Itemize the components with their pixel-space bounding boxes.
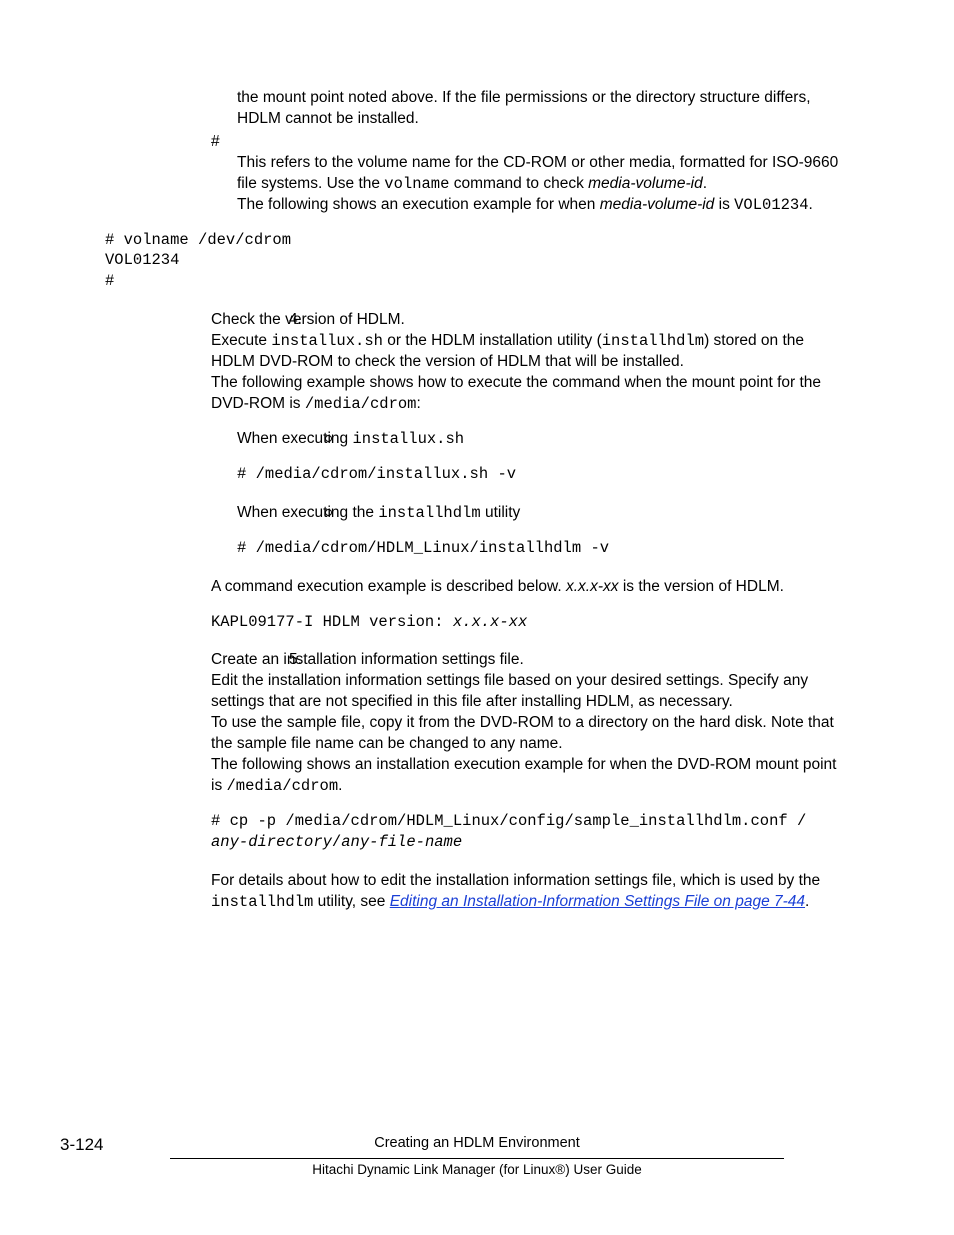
text: / xyxy=(332,833,341,851)
code-inline: volname xyxy=(384,175,449,193)
sub-list-item: When executing the installhdlm utility xyxy=(105,503,839,524)
italic-text: media-volume-id xyxy=(600,196,715,213)
code-block: # cp -p /media/cdrom/HDLM_Linux/config/s… xyxy=(211,811,839,853)
code-inline: installux.sh xyxy=(352,430,464,448)
paragraph: A command execution example is described… xyxy=(211,577,839,598)
text: For details about how to edit the instal… xyxy=(211,872,820,889)
code-line: any-directory/any-file-name xyxy=(211,832,839,853)
text: : xyxy=(416,395,420,412)
code-line: # /media/cdrom/HDLM_Linux/installhdlm -v xyxy=(237,539,609,557)
code-block: # /media/cdrom/HDLM_Linux/installhdlm -v xyxy=(237,538,839,559)
text: utility xyxy=(481,504,521,521)
step-title: Create an installation information setti… xyxy=(211,650,839,671)
bullet-icon xyxy=(325,503,332,524)
list-marker: 4. xyxy=(289,310,302,331)
code-inline: installux.sh xyxy=(271,332,383,350)
paragraph: the mount point noted above. If the file… xyxy=(237,88,839,130)
code-block: KAPL09177-I HDLM version: x.x.x-xx xyxy=(211,612,839,633)
code-block: # /media/cdrom/installux.sh -v xyxy=(237,464,839,485)
code-line: # xyxy=(105,271,839,292)
text: is xyxy=(714,196,734,213)
paragraph: Execute installux.sh or the HDLM install… xyxy=(211,331,839,373)
text: Execute xyxy=(211,332,271,349)
text: . xyxy=(338,777,342,794)
code-inline: /media/cdrom xyxy=(227,777,339,795)
text: A command execution example is described… xyxy=(211,578,566,595)
text: # xyxy=(211,133,220,150)
list-item: 5. Create an installation information se… xyxy=(105,650,839,912)
code-inline: VOL01234 xyxy=(734,196,808,214)
paragraph: The following example shows how to execu… xyxy=(211,373,839,415)
list-body: Create an installation information setti… xyxy=(211,650,839,912)
footer-divider xyxy=(170,1158,784,1159)
code-italic: x.x.x-xx xyxy=(453,613,527,631)
text: command to check xyxy=(449,175,588,192)
text: is the version of HDLM. xyxy=(619,578,784,595)
paragraph: For details about how to edit the instal… xyxy=(211,871,839,913)
code-italic: any-directory xyxy=(211,833,332,851)
text: When executing xyxy=(237,430,352,447)
page: the mount point noted above. If the file… xyxy=(0,0,954,1235)
paragraph: Edit the installation information settin… xyxy=(211,671,839,713)
code-inline: installhdlm xyxy=(211,893,313,911)
text: or the HDLM installation utility ( xyxy=(383,332,602,349)
paragraph: The following shows an installation exec… xyxy=(211,755,839,797)
code-inline: installhdlm xyxy=(602,332,704,350)
code-line: KAPL09177-I HDLM version: xyxy=(211,613,453,631)
code-line: VOL01234 xyxy=(105,250,839,271)
text: . xyxy=(805,893,809,910)
page-number: 3-124 xyxy=(60,1134,103,1157)
paragraph: The following shows an execution example… xyxy=(237,195,839,216)
bullet-icon xyxy=(325,429,332,450)
text: The following example shows how to execu… xyxy=(211,374,821,412)
list-marker: 5. xyxy=(289,650,302,671)
italic-text: media-volume-id xyxy=(588,175,703,192)
text: When executing the xyxy=(237,504,378,521)
code-inline: /media/cdrom xyxy=(305,395,417,413)
text: the mount point noted above. If the file… xyxy=(237,89,811,127)
cross-reference-link[interactable]: Editing an Installation-Information Sett… xyxy=(390,893,805,910)
code-line: # cp -p /media/cdrom/HDLM_Linux/config/s… xyxy=(211,811,839,832)
step-title: Check the version of HDLM. xyxy=(211,310,839,331)
code-inline: installhdlm xyxy=(378,504,480,522)
code-line: # /media/cdrom/installux.sh -v xyxy=(237,465,516,483)
sub-list-item: When executing installux.sh xyxy=(105,429,839,450)
text: utility, see xyxy=(313,893,389,910)
text: . xyxy=(809,196,813,213)
code-block: # volname /dev/cdrom VOL01234 # xyxy=(105,230,839,293)
italic-text: x.x.x-xx xyxy=(566,578,619,595)
footer-title: Creating an HDLM Environment xyxy=(60,1134,894,1154)
code-italic: any-file-name xyxy=(341,833,462,851)
list-body: Check the version of HDLM. Execute insta… xyxy=(211,310,839,415)
paragraph: To use the sample file, copy it from the… xyxy=(211,713,839,755)
text: The following shows an execution example… xyxy=(237,196,600,213)
code-line: # volname /dev/cdrom xyxy=(105,230,839,251)
hash-label: # xyxy=(211,132,839,153)
paragraph: This refers to the volume name for the C… xyxy=(237,153,839,195)
footer-subtitle: Hitachi Dynamic Link Manager (for Linux®… xyxy=(60,1161,894,1179)
page-footer: 3-124 Creating an HDLM Environment Hitac… xyxy=(60,1134,894,1179)
list-item: 4. Check the version of HDLM. Execute in… xyxy=(105,310,839,415)
text: . xyxy=(703,175,707,192)
